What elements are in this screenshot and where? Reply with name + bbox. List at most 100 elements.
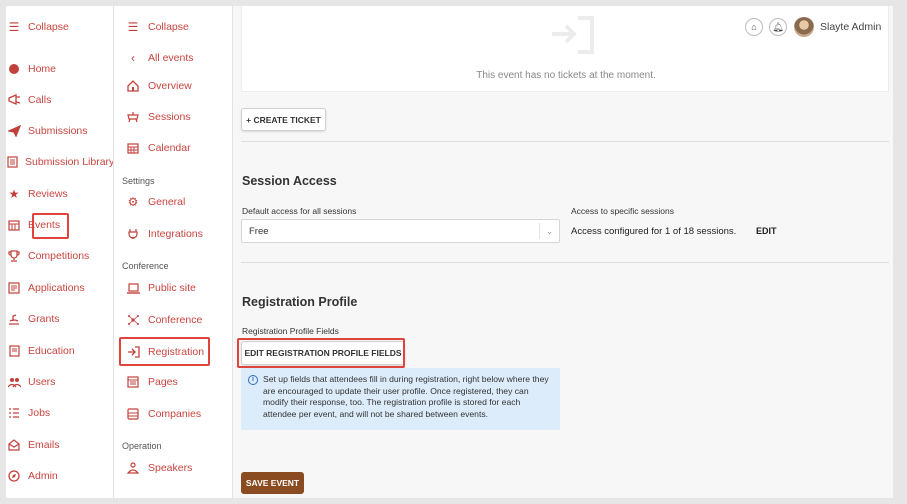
default-access-label: Default access for all sessions <box>242 206 357 216</box>
settings-heading: Settings <box>122 176 155 186</box>
form-icon <box>7 281 21 295</box>
bell-icon: 🔔︎ <box>772 21 784 32</box>
sidebar-item-collapse[interactable]: ☰ Collapse <box>6 14 113 40</box>
sidebar-item-label: Collapse <box>28 21 69 33</box>
sidebar-item-emails[interactable]: Emails <box>6 432 113 458</box>
event-nav-integrations[interactable]: Integrations <box>114 222 232 246</box>
event-nav-label: Pages <box>148 376 178 388</box>
profile-fields-label: Registration Profile Fields <box>242 326 339 336</box>
sidebar-item-grants[interactable]: Grants <box>6 306 113 332</box>
event-nav-general[interactable]: ⚙ General <box>114 190 232 214</box>
megaphone-icon <box>7 93 21 107</box>
sidebar-item-calls[interactable]: Calls <box>6 87 113 113</box>
menu-icon: ☰ <box>8 20 20 34</box>
star-icon: ★ <box>8 187 20 201</box>
sidebar-item-label: Calls <box>28 94 52 106</box>
trophy-icon <box>7 249 21 263</box>
registration-profile-title: Registration Profile <box>242 295 358 309</box>
create-ticket-button[interactable]: + CREATE TICKET <box>241 108 326 131</box>
edit-profile-highlight-box <box>237 338 405 368</box>
ticket-empty-icon <box>542 14 602 54</box>
chevron-left-icon: ‹ <box>131 51 135 65</box>
save-event-button[interactable]: SAVE EVENT <box>241 472 304 494</box>
event-nav-collapse[interactable]: ☰ Collapse <box>114 15 232 39</box>
sidebar-item-label: Reviews <box>28 188 68 200</box>
edit-access-button[interactable]: EDIT <box>756 226 777 236</box>
calendar-icon <box>126 141 140 155</box>
jobs-icon <box>7 406 21 420</box>
sidebar-item-label: Home <box>28 63 57 75</box>
divider <box>241 262 889 263</box>
user-name[interactable]: Slayte Admin <box>820 21 881 33</box>
users-icon <box>7 375 21 389</box>
sidebar-item-users[interactable]: Users <box>6 369 113 395</box>
event-nav-label: Collapse <box>148 21 189 33</box>
event-nav-label: Public site <box>148 282 196 294</box>
companies-icon <box>126 407 140 421</box>
event-nav-calendar[interactable]: Calendar <box>114 136 232 160</box>
event-nav-overview[interactable]: Overview <box>114 74 232 98</box>
notifications-button[interactable]: 🔔︎ <box>769 18 787 36</box>
event-editor: This event has no tickets at the moment.… <box>233 6 893 498</box>
sidebar-item-submissions[interactable]: Submissions <box>6 118 113 144</box>
home-dot-icon <box>7 62 21 76</box>
menu-icon: ☰ <box>127 20 139 34</box>
specific-access-label: Access to specific sessions <box>571 206 674 216</box>
info-icon: i <box>248 375 258 385</box>
sidebar-item-label: Applications <box>28 282 85 294</box>
user-toolbar: ⌂ 🔔︎ Slayte Admin <box>739 12 887 42</box>
specific-access-text: Access configured for 1 of 18 sessions. <box>571 226 737 237</box>
gear-icon: ⚙ <box>127 195 139 209</box>
grant-icon <box>7 312 21 326</box>
sidebar-item-label: Emails <box>28 439 60 451</box>
sidebar-item-label: Competitions <box>28 250 90 262</box>
calendar-grid-icon <box>7 218 21 232</box>
default-access-value: Free <box>249 225 269 237</box>
event-nav-label: Conference <box>148 314 203 326</box>
sidebar-item-jobs[interactable]: Jobs <box>6 400 113 426</box>
event-nav-sessions[interactable]: Sessions <box>114 105 232 129</box>
sidebar-item-submission-library[interactable]: Submission Library <box>6 149 113 175</box>
sidebar-item-label: Education <box>28 345 75 357</box>
sidebar-item-applications[interactable]: Applications <box>6 275 113 301</box>
event-nav-public-site[interactable]: Public site <box>114 276 232 300</box>
plug-icon <box>126 227 140 241</box>
registration-info-text: Set up fields that attendees fill in dur… <box>263 374 549 419</box>
default-access-select[interactable]: Free ⌄ <box>241 219 560 243</box>
sidebar-item-admin[interactable]: Admin <box>6 463 113 489</box>
mail-icon <box>7 438 21 452</box>
event-nav-label: Companies <box>148 408 202 420</box>
sidebar-item-label: Admin <box>28 470 58 482</box>
laptop-icon <box>126 281 140 295</box>
sidebar-item-label: Grants <box>28 313 60 325</box>
main-sidebar: ☰ Collapse Home Calls Submissions Submis… <box>6 6 114 498</box>
avatar[interactable] <box>794 17 814 37</box>
registration-highlight-box <box>119 337 210 366</box>
sidebar-item-competitions[interactable]: Competitions <box>6 243 113 269</box>
event-nav-label: Sessions <box>148 111 191 123</box>
sidebar-item-label: Users <box>28 376 56 388</box>
conference-heading: Conference <box>122 261 169 271</box>
sidebar-item-label: Submission Library <box>25 156 114 168</box>
network-icon <box>126 313 140 327</box>
event-nav-label: All events <box>148 52 194 64</box>
event-nav-label: General <box>148 196 186 208</box>
inbox-icon: ⌂ <box>751 22 757 32</box>
sidebar-item-label: Submissions <box>28 125 88 137</box>
sidebar-item-reviews[interactable]: ★ Reviews <box>6 181 113 207</box>
compass-icon <box>7 469 21 483</box>
sidebar-item-education[interactable]: Education <box>6 338 113 364</box>
event-nav-pages[interactable]: Pages <box>114 370 232 394</box>
sidebar-item-home[interactable]: Home <box>6 56 113 82</box>
event-nav-label: Overview <box>148 80 192 92</box>
send-icon <box>7 124 21 138</box>
events-highlight-box <box>32 213 69 239</box>
event-nav-all-events[interactable]: ‹ All events <box>114 46 232 70</box>
event-nav-speakers[interactable]: Speakers <box>114 456 232 480</box>
session-access-title: Session Access <box>242 174 337 188</box>
event-nav-label: Speakers <box>148 462 193 474</box>
event-nav-companies[interactable]: Companies <box>114 402 232 426</box>
event-nav-conference[interactable]: Conference <box>114 308 232 332</box>
pages-icon <box>126 375 140 389</box>
inbox-button[interactable]: ⌂ <box>745 18 763 36</box>
